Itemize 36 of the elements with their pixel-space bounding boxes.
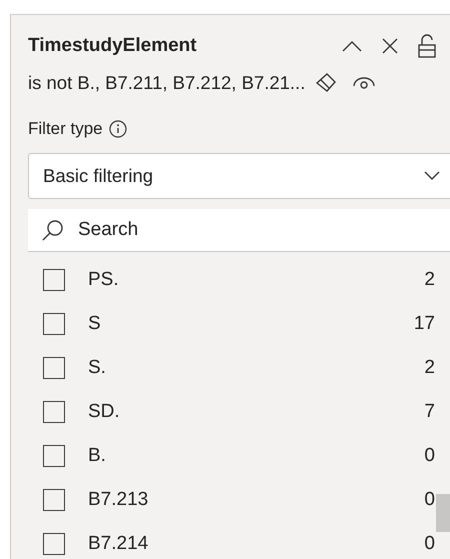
value-count: 2 (424, 269, 435, 291)
value-label: B7.213 (88, 489, 150, 511)
close-icon[interactable] (382, 38, 398, 54)
chevron-down-icon (424, 171, 440, 181)
checkbox[interactable] (43, 533, 65, 555)
filter-summary: is not B., B7.211, B7.212, B7.21... (28, 72, 306, 94)
filter-type-label: Filter type (28, 119, 103, 139)
value-count: 0 (424, 533, 435, 555)
checkbox[interactable] (43, 445, 65, 467)
search-field[interactable]: Search (28, 209, 450, 252)
value-label: S (88, 313, 102, 335)
checkbox[interactable] (43, 357, 65, 379)
checkbox[interactable] (43, 269, 65, 291)
value-label: PS. (88, 269, 120, 291)
info-icon[interactable] (108, 120, 127, 138)
collapse-icon[interactable] (342, 39, 362, 53)
checkbox[interactable] (43, 401, 65, 423)
checkbox[interactable] (43, 489, 65, 511)
eye-icon[interactable] (353, 76, 376, 90)
eraser-icon[interactable] (315, 73, 338, 93)
value-count: 0 (424, 489, 435, 511)
checkbox[interactable] (43, 313, 65, 335)
filter-title: TimestudyElement (28, 35, 198, 57)
value-count: 2 (424, 357, 435, 379)
value-label: SD. (88, 401, 121, 423)
filter-type-dropdown[interactable]: Basic filtering (28, 153, 450, 199)
value-count: 17 (414, 313, 435, 335)
value-count: 7 (424, 401, 435, 423)
value-label: B7.214 (88, 533, 150, 555)
value-label: S. (88, 357, 107, 379)
scrollbar-thumb[interactable] (436, 494, 450, 532)
value-label: B. (88, 445, 107, 467)
search-placeholder: Search (78, 219, 138, 241)
search-icon (42, 219, 64, 241)
lock-icon[interactable] (418, 34, 436, 58)
value-count: 0 (424, 445, 435, 467)
